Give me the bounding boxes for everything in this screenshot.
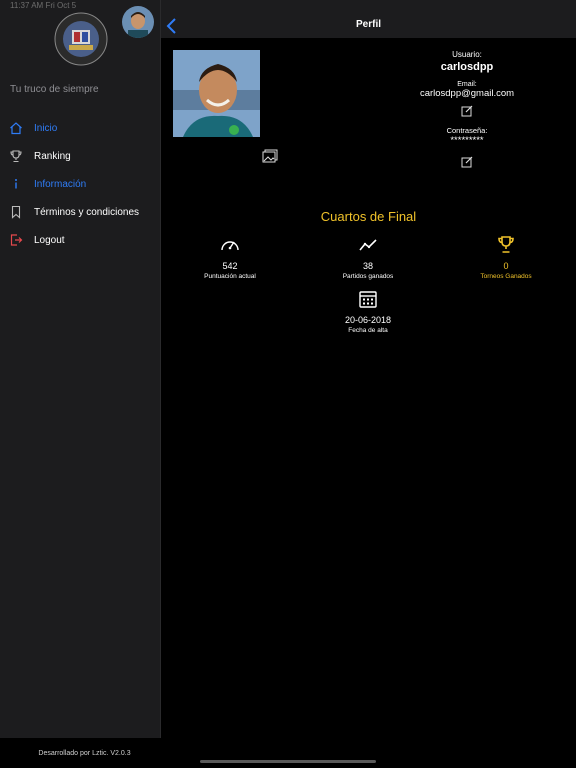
sidebar-item-logout[interactable]: Logout (0, 226, 161, 254)
stat-joined: 20-06-2018 Fecha de alta (323, 290, 413, 334)
trophy-icon (498, 236, 514, 253)
trend-icon (359, 239, 377, 251)
edit-password-icon[interactable] (461, 156, 473, 168)
sidebar-menu: Inicio Ranking Información Términos y co… (0, 114, 161, 254)
sidebar-item-label: Logout (34, 234, 65, 246)
footer-credits: Desarrollado por Lztic. V2.0.3 (0, 738, 161, 768)
footer-text: Desarrollado por Lztic. V2.0.3 (38, 749, 131, 757)
edit-email-icon[interactable] (461, 105, 473, 117)
image-edit-icon[interactable] (262, 149, 278, 163)
email-value: carlosdpp@gmail.com (419, 88, 515, 99)
sidebar-item-terminos[interactable]: Términos y condiciones (0, 198, 161, 226)
logout-icon (8, 232, 24, 248)
nav-bar: Perfil (161, 0, 576, 38)
stat-matches: 38 Partidos ganados (323, 236, 413, 280)
info-icon (8, 176, 24, 192)
bookmark-icon (8, 204, 24, 220)
sidebar-item-label: Ranking (34, 150, 71, 162)
matches-value: 38 (362, 261, 373, 271)
tagline: Tu truco de siempre (10, 84, 99, 95)
sidebar-item-label: Información (34, 178, 87, 190)
avatar-image (122, 6, 154, 38)
password-label: Contraseña: (446, 126, 488, 135)
stage-title: Cuartos de Final (320, 209, 417, 224)
avatar[interactable] (122, 6, 154, 38)
home-indicator (200, 760, 376, 763)
stat-score: 542 Puntuación actual (185, 236, 275, 280)
username-value: carlosdpp (440, 61, 494, 73)
sidebar-item-informacion[interactable]: Información (0, 170, 161, 198)
joined-label: Fecha de alta (348, 327, 388, 334)
home-icon (8, 120, 24, 136)
sidebar: 11:37 AM Fri Oct 5 Tu truco de siempre I… (0, 0, 161, 768)
email-label: Email: (457, 81, 477, 88)
speedometer-icon (221, 241, 239, 251)
matches-label: Partidos ganados (342, 273, 394, 280)
main-content: Perfil Usuario: carlosdpp Email: carlosd… (161, 0, 576, 768)
password-value: ********* (450, 135, 484, 146)
sidebar-item-ranking[interactable]: Ranking (0, 142, 161, 170)
page-title: Perfil (355, 19, 381, 30)
status-time: 11:37 AM (10, 1, 44, 10)
app-logo (54, 12, 108, 66)
tournaments-label: Torneos Ganados (480, 273, 532, 280)
sidebar-item-label: Términos y condiciones (34, 206, 140, 218)
calendar-icon (359, 291, 377, 308)
trophy-icon (8, 148, 24, 164)
stat-tournaments: 0 Torneos Ganados (461, 236, 551, 280)
score-label: Puntuación actual (204, 273, 256, 280)
sidebar-item-inicio[interactable]: Inicio (0, 114, 161, 142)
user-info: Usuario: carlosdpp Email: carlosdpp@gmai… (401, 50, 533, 168)
profile-photo (173, 50, 260, 137)
sidebar-item-label: Inicio (34, 122, 58, 134)
score-value: 542 (222, 261, 238, 271)
tournaments-value: 0 (503, 261, 509, 271)
status-bar: 11:37 AM Fri Oct 5 (10, 1, 76, 10)
status-date: Fri Oct 5 (45, 1, 77, 10)
profile-photo-image (173, 50, 260, 137)
username-label: Usuario: (452, 50, 482, 59)
joined-value: 20-06-2018 (344, 315, 392, 325)
